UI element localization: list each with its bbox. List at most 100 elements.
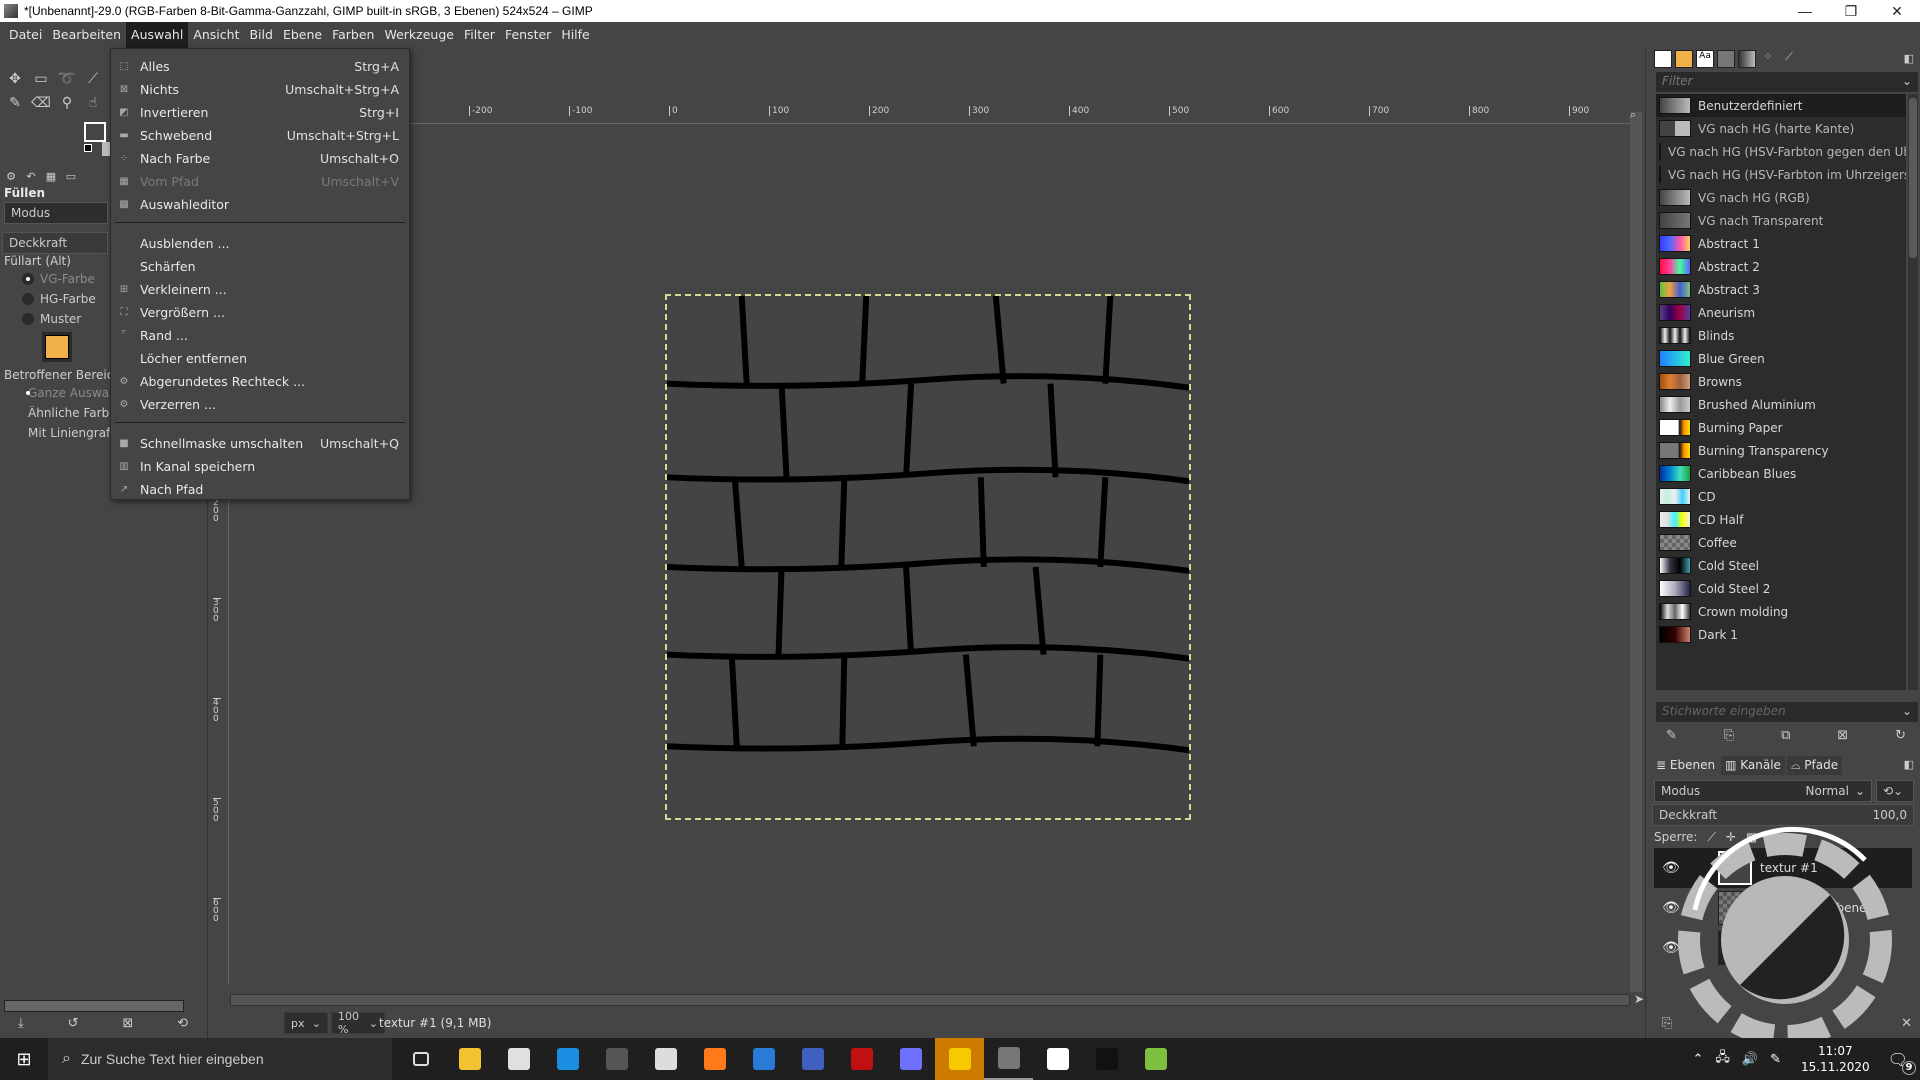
menu-farben[interactable]: Farben [327, 22, 379, 48]
taskbar-app-grid[interactable] [641, 1038, 690, 1080]
gradient-item[interactable]: VG nach HG (harte Kante) [1656, 117, 1906, 140]
chevron-up-icon[interactable]: ⌃ [1692, 1052, 1703, 1067]
gradient-item[interactable]: Aneurism [1656, 301, 1906, 324]
affected-similar-colors-radio[interactable]: Ähnliche Farben füllen [22, 406, 110, 420]
menu-item-schwebend[interactable]: ▬ Schwebend Umschalt+Strg+L [111, 124, 409, 147]
gradient-item[interactable]: VG nach HG (HSV-Farbton im Uhrzeigersinn… [1656, 163, 1906, 186]
toolbox-scrollbar[interactable] [4, 1000, 184, 1012]
new-gradient-icon[interactable]: ⎘ [1724, 728, 1734, 743]
gradient-item[interactable]: Burning Paper [1656, 416, 1906, 439]
fonts-tab-icon[interactable]: Aa [1696, 50, 1714, 68]
menu-auswahl[interactable]: Auswahl [126, 22, 189, 48]
gradient-item[interactable]: Coffee [1656, 531, 1906, 554]
gradient-item[interactable]: Brushed Aluminium [1656, 393, 1906, 416]
clock[interactable]: 11:07 15.11.2020 [1801, 1043, 1870, 1075]
tab-layers[interactable]: ≣ Ebenen [1652, 756, 1720, 775]
taskbar-sticky-notes[interactable] [935, 1038, 984, 1080]
paint-dynamics-tab-icon[interactable]: ⟋ [1780, 50, 1798, 68]
gradient-item[interactable]: CD [1656, 485, 1906, 508]
foreground-color[interactable] [84, 122, 106, 142]
eraser-tool-icon[interactable]: ⌫ [30, 92, 52, 114]
gradient-item[interactable]: Abstract 1 [1656, 232, 1906, 255]
volume-icon[interactable]: 🔊 [1742, 1052, 1758, 1067]
menu-datei[interactable]: Datei [4, 22, 47, 48]
clone-tool-icon[interactable]: ⚲ [56, 92, 78, 114]
menu-item-nach-pfad[interactable]: ↗ Nach Pfad [111, 478, 409, 501]
affected-whole-selection-radio[interactable]: Ganze Auswahl füllen [22, 386, 110, 400]
taskbar-task-view[interactable] [396, 1038, 445, 1080]
mode-select[interactable]: Modus [4, 202, 108, 224]
gradient-tags-input[interactable]: Stichworte eingeben ⌄ [1656, 702, 1918, 722]
taskbar-audible[interactable] [1033, 1038, 1082, 1080]
taskbar-filezilla[interactable] [837, 1038, 886, 1080]
gradients-tab-icon[interactable] [1738, 50, 1756, 68]
gradient-item[interactable]: Burning Transparency [1656, 439, 1906, 462]
menu-bild[interactable]: Bild [244, 22, 277, 48]
taskbar-browser-round[interactable] [886, 1038, 935, 1080]
save-options-icon[interactable]: ⤓ [18, 1016, 24, 1031]
menu-item-schärfen[interactable]: Schärfen [111, 255, 409, 278]
layers-dock-menu-icon[interactable]: ◧ [1904, 758, 1914, 771]
fuzzy-select-tool-icon[interactable]: ⟋ [82, 68, 104, 90]
windows-start-icon[interactable]: ⊞ [0, 1038, 48, 1080]
gradient-item[interactable]: VG nach Transparent [1656, 209, 1906, 232]
duplicate-gradient-icon[interactable]: ⧉ [1781, 728, 1790, 743]
menu-werkzeuge[interactable]: Werkzeuge [379, 22, 459, 48]
zoom-fit-icon[interactable]: ⌕ [1630, 108, 1644, 122]
fill-type-pattern-radio[interactable]: Muster [22, 312, 81, 326]
gradient-item[interactable]: Caribbean Blues [1656, 462, 1906, 485]
taskbar-vnc[interactable] [739, 1038, 788, 1080]
gradient-item[interactable]: Browns [1656, 370, 1906, 393]
tab-paths[interactable]: ⌓ Pfade [1786, 756, 1843, 775]
device-status-tab-icon[interactable]: ▭ [62, 170, 80, 188]
gradient-item[interactable]: Cold Steel [1656, 554, 1906, 577]
menu-fenster[interactable]: Fenster [500, 22, 556, 48]
taskbar-search-box[interactable]: ⌕ Zur Suche Text hier eingeben [48, 1038, 392, 1080]
network-icon[interactable]: 🖧 [1715, 1048, 1730, 1070]
fill-type-fg-radio[interactable]: VG-Farbe [22, 272, 95, 286]
vertical-scrollbar[interactable] [1630, 112, 1642, 992]
gradient-item[interactable]: Abstract 2 [1656, 255, 1906, 278]
menu-item-verzerren[interactable]: ⚙ Verzerren ... [111, 393, 409, 416]
tool-presets-tab-icon[interactable]: ⁘ [1759, 50, 1777, 68]
gradient-item[interactable]: VG nach HG (HSV-Farbton gegen den Uhrzei… [1656, 140, 1906, 163]
tab-channels[interactable]: ▥ Kanäle [1721, 756, 1785, 775]
menu-item-alles[interactable]: ⬚ Alles Strg+A [111, 55, 409, 78]
gradient-item[interactable]: Cold Steel 2 [1656, 577, 1906, 600]
pencil-tool-icon[interactable]: ✎ [4, 92, 26, 114]
gradient-list-scrollbar[interactable] [1908, 94, 1918, 690]
taskbar-file-explorer[interactable] [445, 1038, 494, 1080]
menu-item-schnellmaske-umschalten[interactable]: ■ Schnellmaske umschalten Umschalt+Q [111, 432, 409, 455]
pen-icon[interactable]: ✎ [1770, 1052, 1781, 1067]
taskbar-mail[interactable] [543, 1038, 592, 1080]
menu-item-vergrößern[interactable]: ⛶ Vergrößern ... [111, 301, 409, 324]
rect-select-tool-icon[interactable]: ▭ [30, 68, 52, 90]
edit-gradient-icon[interactable]: ✎ [1666, 728, 1677, 743]
delete-options-icon[interactable]: ⊠ [122, 1016, 133, 1031]
gradient-filter-input[interactable]: Filter ⌄ [1656, 72, 1918, 92]
move-tool-icon[interactable]: ✥ [4, 68, 26, 90]
horizontal-scrollbar[interactable] [230, 994, 1630, 1006]
menu-item-löcher-entfernen[interactable]: Löcher entfernen [111, 347, 409, 370]
pattern-preview[interactable] [42, 332, 72, 362]
reset-options-icon[interactable]: ⟲ [177, 1016, 188, 1031]
default-colors-icon[interactable] [84, 144, 92, 152]
gradient-item[interactable]: Crown molding [1656, 600, 1906, 623]
navigate-icon[interactable]: ➤ [1634, 992, 1644, 1006]
menu-item-nach-farbe[interactable]: ⁘ Nach Farbe Umschalt+O [111, 147, 409, 170]
menu-item-vom-pfad[interactable]: ▦ Vom Pfad Umschalt+V [111, 170, 409, 193]
taskbar-notepad[interactable] [1131, 1038, 1180, 1080]
lasso-tool-icon[interactable]: ➰ [56, 68, 78, 90]
fill-type-bg-radio[interactable]: HG-Farbe [22, 292, 96, 306]
gradient-item[interactable]: Abstract 3 [1656, 278, 1906, 301]
unit-select[interactable]: px ⌄ [284, 1012, 328, 1034]
menu-item-in-kanal-speichern[interactable]: ▥ In Kanal speichern [111, 455, 409, 478]
gradient-item[interactable]: CD Half [1656, 508, 1906, 531]
minimize-button[interactable]: — [1782, 3, 1828, 20]
gradient-item[interactable]: Blue Green [1656, 347, 1906, 370]
zoom-select[interactable]: 100 % ⌄ [331, 1010, 385, 1036]
patterns-tab-icon[interactable] [1675, 50, 1693, 68]
menu-item-ausblenden[interactable]: Ausblenden ... [111, 232, 409, 255]
gradient-item[interactable]: Dark 1 [1656, 623, 1906, 646]
menu-item-nichts[interactable]: ⊠ Nichts Umschalt+Strg+A [111, 78, 409, 101]
